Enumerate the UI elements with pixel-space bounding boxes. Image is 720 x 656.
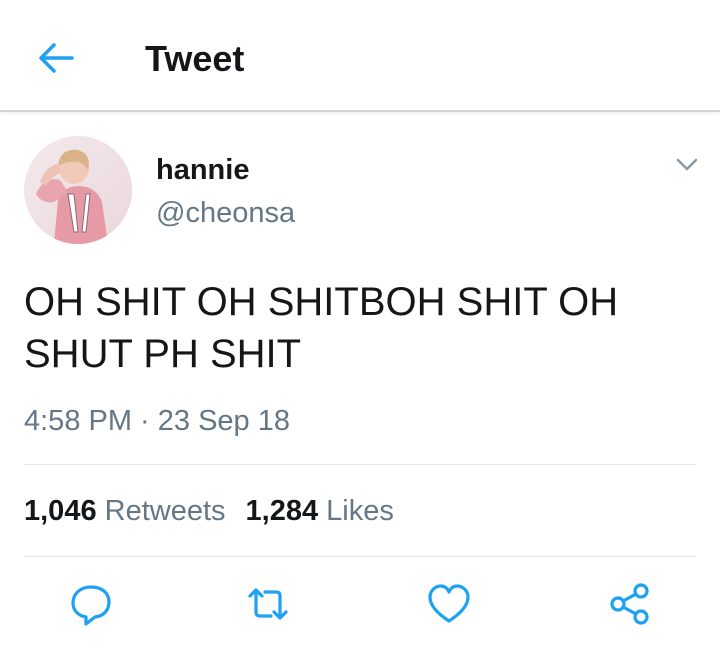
share-button[interactable] <box>606 580 654 628</box>
reply-button[interactable] <box>67 580 115 628</box>
tweet-text: OH SHIT OH SHITBOH SHIT OH SHUT PH SHIT <box>24 276 674 380</box>
retweet-button[interactable] <box>244 580 292 628</box>
display-name[interactable]: hannie <box>156 153 249 187</box>
tweet-text-line: OH SHIT OH SHITBOH SHIT OH <box>24 280 619 324</box>
likes-count: 1,284 <box>245 495 319 527</box>
page-title: Tweet <box>145 38 245 79</box>
reply-icon <box>71 585 111 626</box>
user-handle[interactable]: @cheonsa <box>156 196 295 230</box>
retweets-stat[interactable]: 1,046 Retweets <box>24 495 226 527</box>
chevron-down-icon <box>676 158 698 171</box>
engagement-stats: 1,046 Retweets 1,284 Likes <box>24 494 394 528</box>
divider <box>24 464 696 465</box>
tweet-text-line: SHUT PH SHIT <box>24 332 302 376</box>
tweet-menu-button[interactable] <box>674 154 700 176</box>
tweet-timestamp[interactable]: 4:58 PM · 23 Sep 18 <box>24 403 290 439</box>
likes-label: Likes <box>326 495 394 527</box>
likes-stat[interactable]: 1,284 Likes <box>246 495 394 527</box>
heart-icon <box>428 584 470 623</box>
divider <box>24 556 696 557</box>
retweets-label: Retweets <box>104 495 226 527</box>
arrow-left-icon <box>39 43 74 73</box>
top-bar: Tweet <box>0 0 720 112</box>
back-button[interactable] <box>34 36 78 80</box>
share-icon <box>610 583 649 625</box>
avatar[interactable] <box>24 136 132 244</box>
retweet-icon <box>248 588 288 620</box>
like-button[interactable] <box>425 580 473 628</box>
retweets-count: 1,046 <box>24 495 97 527</box>
